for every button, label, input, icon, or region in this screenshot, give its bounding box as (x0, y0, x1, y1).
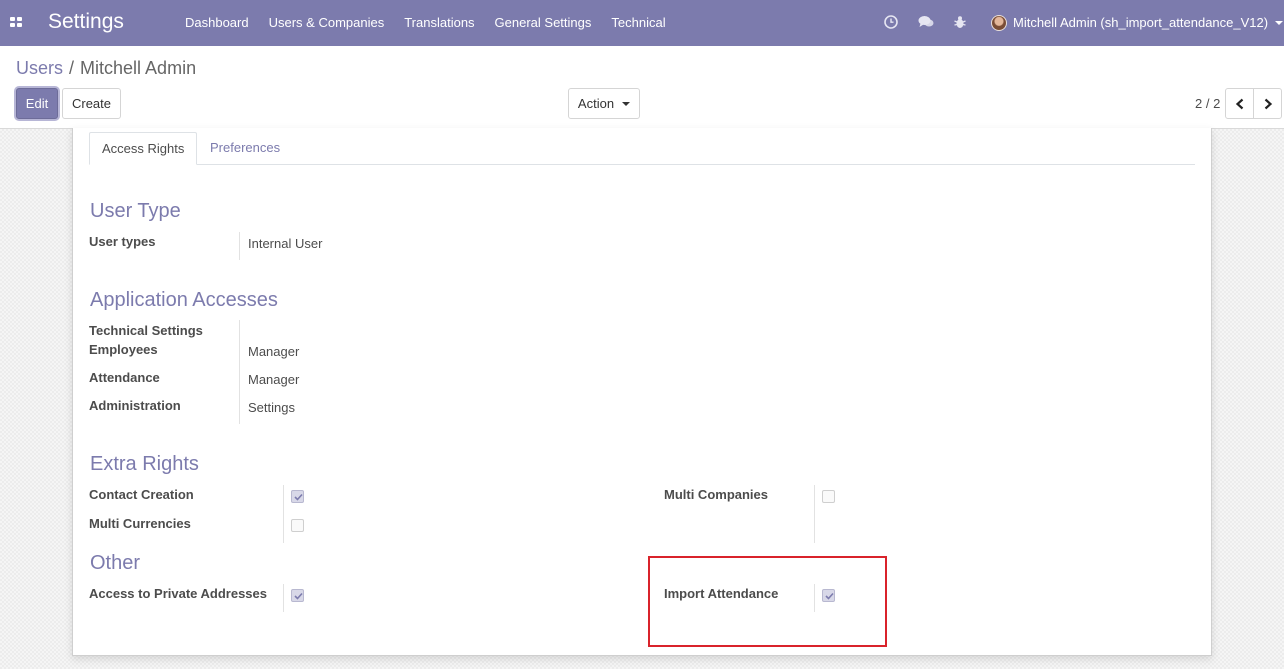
create-button[interactable]: Create (62, 88, 121, 119)
breadcrumb-users[interactable]: Users (16, 58, 63, 78)
administration-value[interactable]: Settings (248, 400, 295, 415)
notebook-tabs: Access Rights Preferences (89, 132, 1195, 165)
pager-previous-button[interactable] (1225, 88, 1254, 119)
private-addresses-checkbox[interactable] (291, 589, 304, 602)
avatar (991, 15, 1007, 31)
breadcrumb: Users / Mitchell Admin (16, 58, 196, 79)
breadcrumb-separator: / (69, 58, 75, 78)
field-label-multi-companies: Multi Companies (664, 487, 769, 502)
clock-icon[interactable] (884, 15, 900, 31)
menu-translations[interactable]: Translations (394, 0, 484, 46)
divider (283, 485, 284, 543)
form-sheet (72, 128, 1212, 656)
field-label-employees: Employees (89, 342, 158, 357)
divider (283, 584, 284, 612)
tab-preferences[interactable]: Preferences (198, 132, 292, 165)
section-title-other: Other (90, 552, 141, 574)
field-label-private-addresses: Access to Private Addresses (89, 586, 268, 601)
checkmark-icon (294, 493, 303, 501)
section-title-extra-rights: Extra Rights (90, 453, 199, 475)
edit-button[interactable]: Edit (16, 88, 58, 119)
multi-currencies-checkbox[interactable] (291, 519, 304, 532)
breadcrumb-current: Mitchell Admin (80, 58, 197, 78)
tab-access-rights[interactable]: Access Rights (89, 132, 198, 165)
menu-dashboard[interactable]: Dashboard (175, 0, 259, 46)
employees-value[interactable]: Manager (248, 344, 299, 359)
action-dropdown[interactable]: Action (568, 88, 640, 119)
contact-creation-checkbox[interactable] (291, 490, 304, 503)
chevron-left-icon (1235, 98, 1244, 110)
menu-technical[interactable]: Technical (601, 0, 675, 46)
highlight-annotation-box (648, 556, 887, 647)
main-menu: Dashboard Users & Companies Translations… (175, 0, 676, 46)
divider (239, 232, 240, 260)
field-label-attendance: Attendance (89, 370, 160, 385)
menu-users-companies[interactable]: Users & Companies (259, 0, 395, 46)
field-label-user-types: User types (89, 234, 156, 249)
pager-value: 2 / 2 (1195, 96, 1221, 111)
checkmark-icon (294, 592, 303, 600)
action-label: Action (577, 96, 615, 111)
user-menu[interactable]: Mitchell Admin (sh_import_attendance_V12… (991, 0, 1284, 46)
divider (814, 485, 815, 543)
section-title-application-accesses: Application Accesses (90, 289, 278, 311)
menu-general-settings[interactable]: General Settings (485, 0, 602, 46)
chat-icon[interactable] (918, 15, 934, 31)
caret-down-icon (622, 102, 631, 106)
field-label-multi-currencies: Multi Currencies (89, 516, 191, 531)
section-title-user-type: User Type (90, 200, 181, 222)
divider (239, 320, 240, 424)
field-label-technical-settings: Technical Settings (89, 323, 203, 338)
chevron-right-icon (1264, 98, 1273, 110)
multi-companies-checkbox[interactable] (822, 490, 835, 503)
chevron-down-icon (1275, 21, 1284, 25)
field-label-administration: Administration (89, 398, 181, 413)
apps-grid-icon[interactable] (10, 17, 23, 28)
bug-icon[interactable] (953, 15, 969, 31)
attendance-value[interactable]: Manager (248, 372, 299, 387)
app-title: Settings (48, 10, 124, 33)
top-navbar: Settings Dashboard Users & Companies Tra… (0, 0, 1284, 46)
user-type-value[interactable]: Internal User (248, 236, 322, 251)
pager-next-button[interactable] (1253, 88, 1282, 119)
field-label-contact-creation: Contact Creation (89, 487, 194, 502)
user-name: Mitchell Admin (sh_import_attendance_V12… (1013, 15, 1269, 30)
